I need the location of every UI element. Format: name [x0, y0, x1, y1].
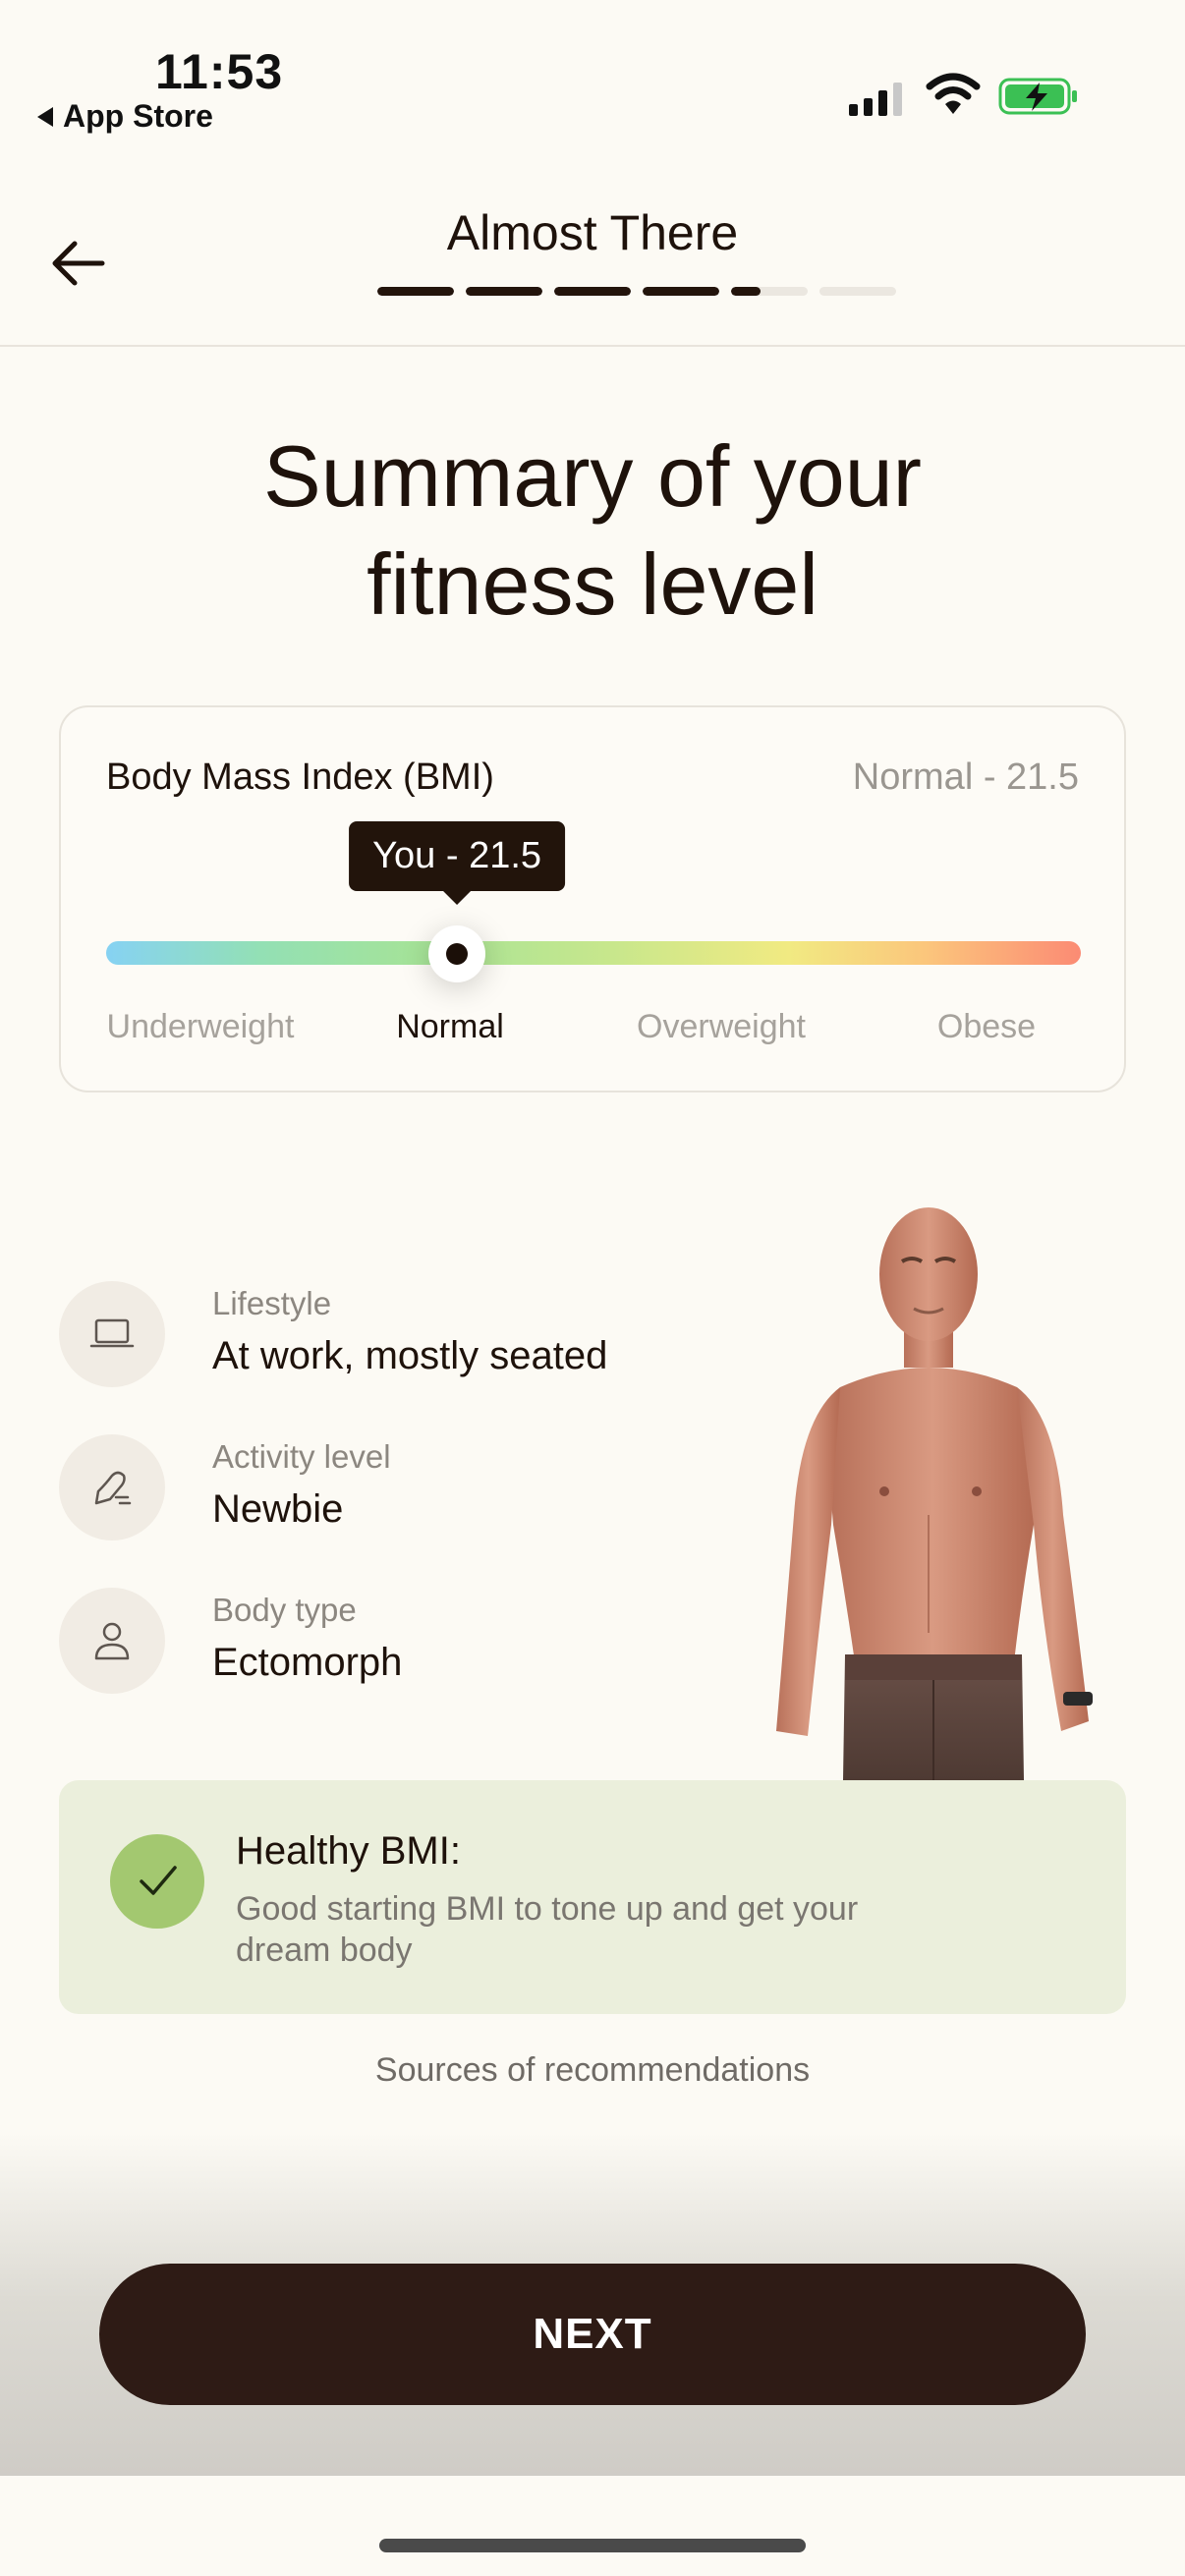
laptop-icon: [89, 1318, 135, 1348]
next-button[interactable]: NEXT: [99, 2264, 1086, 2405]
person-icon: [94, 1622, 130, 1660]
activity-icon: [94, 1471, 132, 1505]
body-figure-image: [776, 1207, 1093, 1780]
lifestyle-label: Lifestyle: [212, 1285, 332, 1321]
battery-charging-icon: [998, 78, 1077, 115]
lifestyle-value: At work, mostly seated: [212, 1334, 608, 1377]
info-icon-bg: [59, 1588, 165, 1694]
progress-segment-fill: [466, 287, 542, 296]
progress-segment: [819, 287, 896, 296]
page-title-line1: Summary of your: [263, 427, 922, 525]
bmi-status: Normal - 21.5: [852, 756, 1079, 798]
checkmark-icon: [140, 1866, 177, 1895]
info-row-lifestyle: Lifestyle At work, mostly seated: [59, 1281, 747, 1389]
bmi-card: Body Mass Index (BMI) Normal - 21.5 You …: [59, 705, 1126, 1092]
back-triangle-icon: [37, 106, 53, 127]
body-type-value: Ectomorph: [212, 1641, 403, 1684]
progress-segment-fill: [731, 287, 761, 296]
bmi-label: Body Mass Index (BMI): [106, 756, 494, 798]
info-row-body-type: Body type Ectomorph: [59, 1588, 747, 1696]
screen: 11:53 App Store Almost There Summary of …: [0, 0, 1185, 2576]
bmi-category-normal: Normal: [396, 1008, 504, 1045]
progress-segment: [643, 287, 719, 296]
check-circle: [110, 1834, 204, 1929]
bmi-marker: [428, 925, 486, 982]
progress-segment: [554, 287, 631, 296]
wifi-icon: [926, 73, 981, 114]
sources-link[interactable]: Sources of recommendations: [0, 2051, 1185, 2090]
bmi-category-underweight: Underweight: [106, 1008, 295, 1045]
header-divider: [0, 345, 1185, 347]
info-icon-bg: [59, 1434, 165, 1540]
bmi-scale-bar: [106, 941, 1081, 965]
activity-value: Newbie: [212, 1487, 344, 1531]
body-type-label: Body type: [212, 1592, 357, 1628]
bmi-marker-dot: [446, 943, 469, 965]
page-title-line2: fitness level: [367, 535, 818, 633]
status-time: 11:53: [155, 44, 284, 99]
progress-segment-fill: [554, 287, 631, 296]
healthy-bmi-text: Good starting BMI to tone up and get you…: [236, 1890, 859, 1969]
progress-indicator: [377, 287, 896, 296]
cellular-signal-icon: [849, 83, 902, 116]
bmi-category-overweight: Overweight: [637, 1008, 806, 1045]
progress-segment: [466, 287, 542, 296]
header-title: Almost There: [446, 205, 739, 260]
info-row-activity: Activity level Newbie: [59, 1434, 747, 1542]
progress-segment: [731, 287, 808, 296]
healthy-bmi-card: Healthy BMI: Good starting BMI to tone u…: [59, 1780, 1126, 2014]
home-indicator[interactable]: [379, 2539, 806, 2552]
page-title: Summary of your fitness level: [0, 422, 1185, 639]
bmi-category-obese: Obese: [936, 1008, 1037, 1045]
progress-segment-fill: [643, 287, 719, 296]
bmi-tooltip: You - 21.5: [349, 821, 566, 905]
progress-segment: [377, 287, 454, 296]
progress-segment-fill: [377, 287, 454, 296]
back-to-app-link[interactable]: App Store: [37, 98, 213, 135]
info-icon-bg: [59, 1281, 165, 1387]
back-app-label: App Store: [63, 98, 213, 134]
healthy-bmi-title: Healthy BMI:: [236, 1829, 461, 1873]
activity-label: Activity level: [212, 1438, 391, 1475]
